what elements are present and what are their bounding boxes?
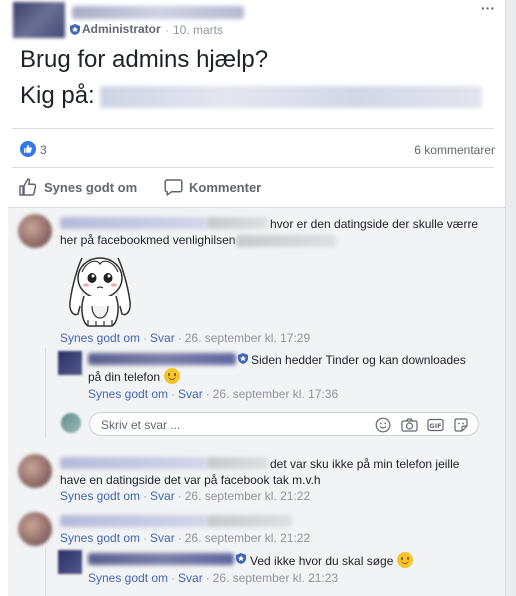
replier-name-redacted[interactable] xyxy=(88,553,234,565)
comment-like-link[interactable]: Synes godt om xyxy=(60,331,140,345)
reply-input[interactable]: Skriv et svar ... GIF xyxy=(89,412,479,436)
post-text-line1: Brug for admins hjælp? xyxy=(20,46,269,73)
admin-shield-icon xyxy=(236,553,246,564)
post-text-line2: Kig på: xyxy=(20,82,95,109)
reply-input-tools: GIF xyxy=(374,416,470,434)
comment-meta: Synes godt om · Svar · 26. september kl. 21:… xyxy=(60,489,311,503)
commenter-avatar[interactable] xyxy=(18,454,52,488)
comment-timestamp[interactable]: 26. september kl. 17:29 xyxy=(185,331,310,345)
thread-line xyxy=(45,348,46,438)
more-dots-icon[interactable]: ··· xyxy=(481,0,495,16)
reply-timestamp[interactable]: 26. september kl. 21:23 xyxy=(213,571,338,585)
admin-shield-icon xyxy=(238,353,248,364)
post-date[interactable]: · 10. marts xyxy=(165,23,223,37)
commenter-name-redacted[interactable] xyxy=(60,217,206,229)
commenter-name-redacted[interactable] xyxy=(60,457,206,469)
replier-name-redacted[interactable] xyxy=(88,353,236,365)
reply-timestamp[interactable]: 26. september kl. 17:36 xyxy=(213,387,338,401)
emoji-icon[interactable] xyxy=(374,416,392,434)
comment-text-line2: her på facebookmed venlighilsen xyxy=(60,233,236,247)
speech-bubble-icon xyxy=(164,178,183,196)
like-button-label: Synes godt om xyxy=(44,179,138,195)
reply-text-line1: Ved ikke hvor du skal søge xyxy=(250,552,414,569)
divider xyxy=(12,128,494,129)
comment-like-link[interactable]: Synes godt om xyxy=(60,489,140,503)
comments-count[interactable]: 6 kommentarer xyxy=(414,143,495,157)
comment-timestamp[interactable]: 26. september kl. 21:22 xyxy=(185,531,310,545)
comment-meta: Synes godt om · Svar · 26. september kl. 21:… xyxy=(60,531,311,545)
admin-shield-icon xyxy=(70,24,80,35)
commenter-avatar[interactable] xyxy=(18,214,52,248)
reply-like-link[interactable]: Synes godt om xyxy=(88,387,168,401)
reply-meta: Synes godt om · Svar · 26. september kl. 17:… xyxy=(88,387,339,401)
author-avatar[interactable] xyxy=(13,2,65,38)
sticker-icon[interactable] xyxy=(452,416,470,434)
replier-avatar[interactable] xyxy=(58,550,82,574)
reply-meta: Synes godt om · Svar · 26. september kl. 21:… xyxy=(88,571,339,585)
current-user-avatar xyxy=(61,413,81,433)
thumbs-up-icon xyxy=(19,178,37,196)
comment-reply-link[interactable]: Svar xyxy=(150,331,175,345)
smiley-emoji-icon xyxy=(397,552,414,568)
smiley-emoji-icon xyxy=(164,368,181,384)
post-card: Administrator · 10. marts ··· Brug for ad… xyxy=(0,0,506,596)
commenter-name-redacted[interactable] xyxy=(60,515,206,527)
reply-text-line1-text: Ved ikke hvor du skal søge xyxy=(250,554,394,568)
redacted-text xyxy=(206,217,268,229)
comment-text-line1: hvor er den datingside der skulle værre xyxy=(270,217,479,231)
author-name-redacted[interactable] xyxy=(72,6,244,19)
comment-text-line2: have en datingside det var på facebook t… xyxy=(60,473,321,487)
camera-icon[interactable] xyxy=(400,416,418,434)
sticker-image xyxy=(69,257,131,327)
redacted-text xyxy=(236,235,336,247)
like-button[interactable]: Synes godt om xyxy=(18,177,137,197)
comment-button[interactable]: Kommenter xyxy=(164,177,261,197)
thread-line xyxy=(45,548,46,596)
reply-text-line2-text: på din telefon xyxy=(88,370,161,384)
reply-like-link[interactable]: Synes godt om xyxy=(88,571,168,585)
redacted-text xyxy=(206,515,292,527)
divider xyxy=(12,167,494,168)
post-date-text[interactable]: 10. marts xyxy=(173,23,223,37)
reply-reply-link[interactable]: Svar xyxy=(178,571,203,585)
like-count[interactable]: 3 xyxy=(40,143,47,157)
reply-reply-link[interactable]: Svar xyxy=(178,387,203,401)
replier-avatar[interactable] xyxy=(58,351,82,375)
reply-input-placeholder: Skriv et svar ... xyxy=(101,418,181,432)
comment-timestamp[interactable]: 26. september kl. 21:22 xyxy=(185,489,310,503)
comment-like-link[interactable]: Synes godt om xyxy=(60,531,140,545)
svg-text:GIF: GIF xyxy=(429,422,441,430)
redacted-text xyxy=(206,457,268,469)
like-reaction-icon[interactable] xyxy=(20,141,36,157)
comment-text-line1: det var sku ikke på min telefon jeille xyxy=(270,457,460,471)
reply-text-line2: på din telefon xyxy=(88,368,181,385)
post-link-redacted[interactable] xyxy=(100,86,482,108)
reply-text-line1: Siden hedder Tinder og kan downloades xyxy=(251,353,466,367)
comment-button-label: Kommenter xyxy=(189,179,262,195)
commenter-avatar[interactable] xyxy=(18,512,52,546)
author-role-label[interactable]: Administrator xyxy=(82,22,161,36)
comment-meta: Synes godt om · Svar · 26. september kl. 17:… xyxy=(60,331,311,345)
comment-reply-link[interactable]: Svar xyxy=(150,531,175,545)
gif-icon[interactable]: GIF xyxy=(426,416,444,434)
comment-reply-link[interactable]: Svar xyxy=(150,489,175,503)
